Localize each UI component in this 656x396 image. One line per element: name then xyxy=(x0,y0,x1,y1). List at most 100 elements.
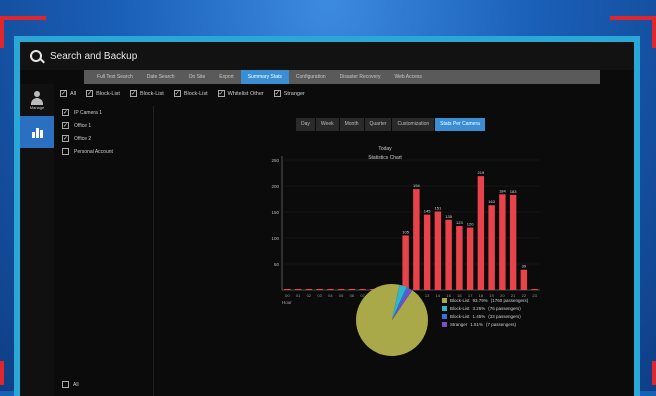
data-label: 219 xyxy=(478,170,485,175)
legend-label: Block-List xyxy=(450,314,470,319)
filter-checkbox[interactable]: ✓ Stranger xyxy=(273,90,305,97)
bar xyxy=(456,226,463,290)
checkbox[interactable]: ✓ xyxy=(86,90,94,97)
tab-item[interactable]: Summary Stats xyxy=(240,70,289,84)
legend-swatch xyxy=(442,306,447,311)
bar xyxy=(316,289,323,290)
checkbox[interactable]: ✓ xyxy=(173,90,181,97)
y-tick-label: 50 xyxy=(274,262,280,267)
y-tick-label: 100 xyxy=(271,236,279,241)
x-tick-label: 01 xyxy=(296,293,301,298)
pie-chart xyxy=(356,284,428,356)
window-title: Search and Backup xyxy=(50,50,138,62)
filter-checkbox[interactable]: ✓ Block-List xyxy=(173,90,208,97)
camera-list-item[interactable]: ✓ Office 2 xyxy=(58,132,153,145)
person-icon xyxy=(29,90,45,105)
camera-label: Office 2 xyxy=(74,135,92,142)
filter-label: Block-List xyxy=(183,90,208,97)
y-tick-label: 200 xyxy=(271,184,279,189)
tab-item[interactable]: Disaster Recovery xyxy=(333,70,388,84)
checkbox[interactable]: ✓ xyxy=(129,90,137,97)
select-all[interactable]: All xyxy=(62,381,79,388)
checkbox[interactable]: ✓ xyxy=(273,90,281,97)
data-label: 163 xyxy=(488,199,495,204)
data-label: 105 xyxy=(402,229,409,234)
x-tick-label: 04 xyxy=(328,293,333,298)
filter-checkbox[interactable]: ✓ Block-List xyxy=(129,90,164,97)
camera-list-item[interactable]: ✓ IP Camera 1 xyxy=(58,106,153,119)
data-label: 145 xyxy=(424,209,431,214)
bar xyxy=(413,189,420,290)
camera-list-item[interactable]: ✓ Office 1 xyxy=(58,119,153,132)
legend-entry: Block-List 1.45% (33 passengers) xyxy=(442,314,528,319)
select-all-label: All xyxy=(73,381,79,388)
tab-item[interactable]: Web Access xyxy=(388,70,429,84)
x-tick-label: 00 xyxy=(285,293,290,298)
bar xyxy=(531,289,538,290)
checkbox[interactable] xyxy=(62,381,69,388)
bar xyxy=(445,219,452,290)
bar xyxy=(284,289,291,290)
bar-chart-icon xyxy=(31,126,43,138)
filter-bar: ✓ All ✓ Block-List ✓ Block-List ✓ Block-List ✓ Wh… xyxy=(60,90,305,97)
legend-swatch xyxy=(442,298,447,303)
corner-bracket-bottom-right xyxy=(648,361,656,385)
legend-label: Stranger xyxy=(450,322,468,327)
legend-percent: 1.51% xyxy=(470,322,484,327)
bar xyxy=(423,214,431,290)
bar xyxy=(520,269,528,290)
data-label: 120 xyxy=(467,222,474,227)
checkbox[interactable]: ✓ xyxy=(62,122,69,129)
tab-item[interactable]: On Site xyxy=(182,70,213,84)
filter-label: Stranger xyxy=(283,90,305,97)
corner-bracket-bottom-left xyxy=(0,361,8,385)
bar xyxy=(327,289,334,290)
camera-label: Office 1 xyxy=(74,122,92,129)
bar xyxy=(305,289,313,290)
legend-percent: 3.25% xyxy=(472,306,486,311)
x-tick-label: 14 xyxy=(436,293,441,298)
data-label: 135 xyxy=(445,214,452,219)
checkbox[interactable]: ✓ xyxy=(62,109,69,116)
bar xyxy=(466,227,474,290)
sidebar-item-label: Manage xyxy=(29,104,45,110)
data-label: 39 xyxy=(522,264,527,269)
search-icon xyxy=(30,50,42,62)
data-label: 184 xyxy=(499,188,506,193)
tab-item[interactable]: Date Search xyxy=(140,70,182,84)
legend-entry: Block-List 93.79% (1760 passengers) xyxy=(442,298,528,303)
x-axis-label: Hour xyxy=(282,300,292,305)
y-tick-label: 250 xyxy=(271,158,279,163)
filter-checkbox[interactable]: ✓ All xyxy=(60,90,76,97)
x-tick-label: 03 xyxy=(317,293,322,298)
checkbox[interactable]: ✓ xyxy=(60,90,67,97)
checkbox[interactable] xyxy=(62,148,69,155)
bar xyxy=(499,194,506,290)
sidebar-item-stats[interactable] xyxy=(20,116,54,148)
filter-label: Block-List xyxy=(96,90,120,97)
camera-list: ✓ IP Camera 1 ✓ Office 1 ✓ Office 2 Personal A… xyxy=(58,106,154,396)
bar xyxy=(488,205,495,290)
checkbox[interactable]: ✓ xyxy=(217,90,225,97)
legend-count: (33 passengers) xyxy=(488,314,521,319)
x-tick-label: 05 xyxy=(339,293,344,298)
data-label: 194 xyxy=(413,183,420,188)
tab-item[interactable]: Export xyxy=(212,70,240,84)
title-bar: Search and Backup xyxy=(20,42,634,70)
filter-label: Block-List xyxy=(139,90,164,97)
pie-legend: Block-List 93.79% (1760 passengers) Block-L… xyxy=(442,298,528,330)
tab-item[interactable]: Configuration xyxy=(289,70,333,84)
x-tick-label: 23 xyxy=(532,293,537,298)
checkbox[interactable]: ✓ xyxy=(62,135,69,142)
camera-label: Personal Account xyxy=(74,148,113,155)
tab-item[interactable]: Full Text Search xyxy=(90,70,140,84)
camera-list-item[interactable]: Personal Account xyxy=(58,145,153,158)
filter-checkbox[interactable]: ✓ Whitelist Other xyxy=(217,90,264,97)
x-tick-label: 02 xyxy=(307,293,312,298)
filter-label: Whitelist Other xyxy=(227,90,264,97)
legend-count: (7 passengers) xyxy=(486,322,517,327)
filter-checkbox[interactable]: ✓ Block-List xyxy=(86,90,120,97)
main-tabs: Full Text Search Date Search On Site Export… xyxy=(84,70,600,84)
bar xyxy=(294,289,302,290)
sidebar-item-manage[interactable]: Manage xyxy=(20,84,54,116)
